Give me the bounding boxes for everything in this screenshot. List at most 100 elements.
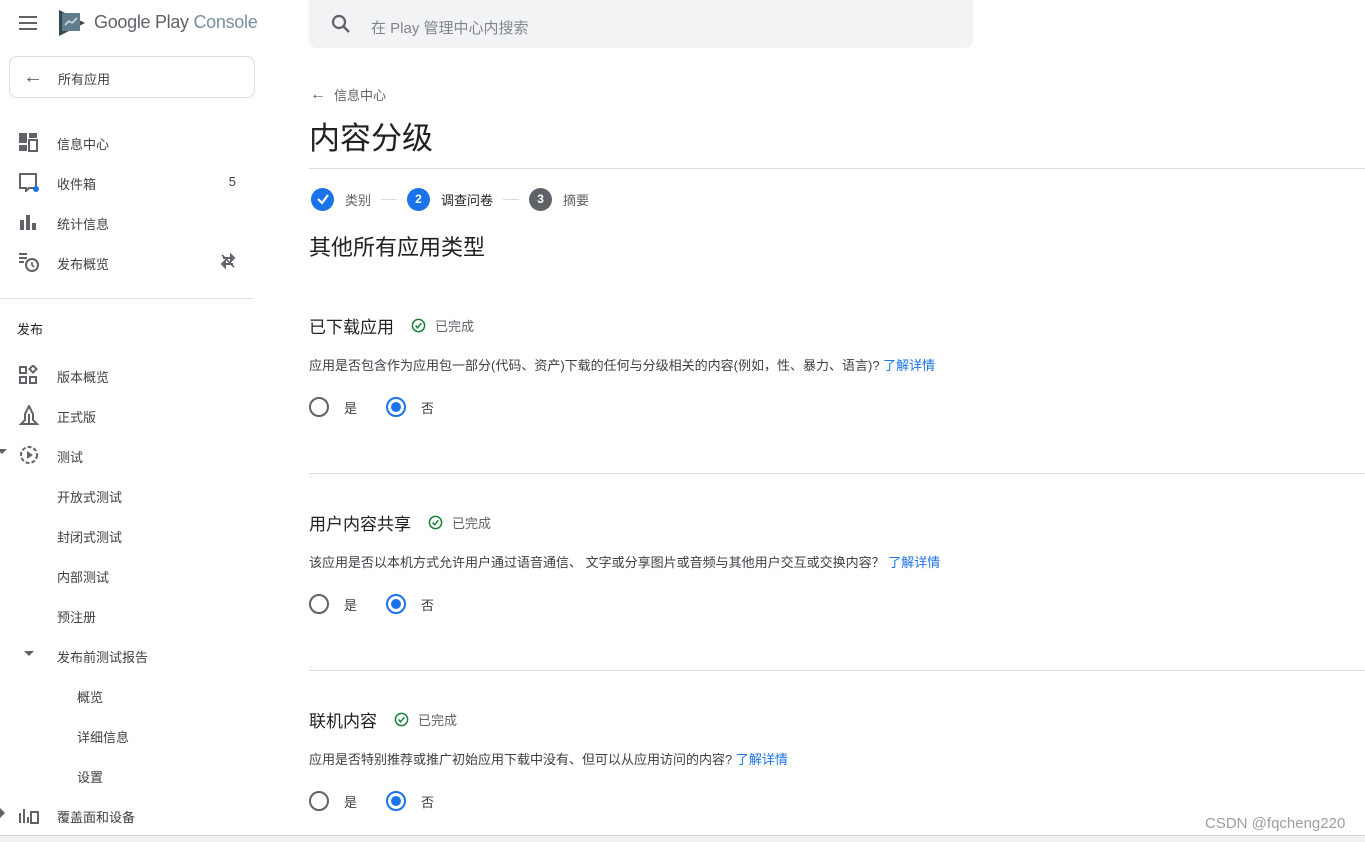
sidebar-item-label: 覆盖面和设备	[57, 810, 136, 825]
radio-yes[interactable]: 是	[309, 594, 357, 614]
arrow-back-icon: ←	[310, 85, 326, 103]
all-apps-button[interactable]: ← 所有应用	[9, 56, 255, 98]
radio-yes[interactable]: 是	[309, 397, 357, 417]
sidebar-item-internal-testing[interactable]: 内部测试	[0, 556, 262, 592]
radio-yes[interactable]: 是	[309, 791, 357, 811]
watermark: CSDN @fqcheng220	[1205, 815, 1346, 832]
radio-no[interactable]: 否	[386, 791, 434, 811]
step-connector	[503, 198, 520, 200]
section-divider	[309, 670, 1365, 671]
sidebar-item-closed-testing[interactable]: 封闭式测试	[0, 516, 262, 552]
question-title: 联机内容	[309, 712, 377, 731]
expand-right-icon[interactable]	[0, 808, 5, 818]
sidebar-item-pre-launch-report[interactable]: 发布前测试报告	[0, 636, 262, 672]
radio-circle[interactable]	[309, 594, 329, 614]
sidebar-item-pre-registration[interactable]: 预注册	[0, 596, 262, 632]
radio-group: 是 否	[309, 594, 463, 614]
radio-no[interactable]: 否	[386, 594, 434, 614]
learn-more-link[interactable]: 了解详情	[888, 555, 940, 570]
description-text: 应用是否包含作为应用包一部分(代码、资产)下载的任何与分级相关的内容(例如，性、…	[309, 358, 884, 373]
description-text: 该应用是否以本机方式允许用户通过语音通信、 文字或分享图片或音频与其他用户交互或…	[309, 555, 889, 570]
radio-circle[interactable]	[386, 594, 407, 614]
sync-disabled-icon	[220, 253, 236, 269]
production-icon	[18, 405, 40, 425]
sidebar-item-statistics[interactable]: 统计信息	[0, 203, 262, 239]
menu-icon[interactable]	[19, 16, 39, 32]
status-badge: 已完成	[394, 710, 457, 729]
radio-no[interactable]: 否	[386, 397, 434, 417]
step-summary[interactable]: 3 摘要	[529, 187, 590, 211]
sidebar-item-label: 信息中心	[57, 137, 110, 152]
inbox-icon	[19, 173, 39, 192]
check-circle-icon	[394, 712, 409, 727]
expand-more-icon[interactable]	[24, 651, 34, 656]
search-input[interactable]: 在 Play 管理中心内搜索	[309, 0, 973, 48]
step-questionnaire[interactable]: 2 调查问卷	[407, 187, 493, 211]
status-text: 已完成	[452, 516, 492, 531]
section-divider	[309, 473, 1365, 474]
sidebar-item-label: 内部测试	[57, 570, 110, 585]
radio-label: 是	[344, 400, 358, 416]
sidebar-item-production[interactable]: 正式版	[0, 396, 262, 432]
sidebar-item-label: 概览	[77, 690, 104, 705]
bar-chart-icon	[20, 215, 36, 230]
radio-circle[interactable]	[309, 791, 329, 811]
step-label: 类别	[345, 192, 372, 208]
question-description: 应用是否特别推荐或推广初始应用下载中没有、但可以从应用访问的内容? 了解详情	[309, 749, 788, 768]
sidebar-item-label: 详细信息	[77, 730, 130, 745]
learn-more-link[interactable]: 了解详情	[883, 358, 935, 373]
question-title: 已下载应用	[309, 318, 394, 337]
sidebar-item-open-testing[interactable]: 开放式测试	[0, 476, 262, 512]
status-badge: 已完成	[428, 513, 491, 532]
brand-name: Google Play Console	[94, 12, 258, 33]
sidebar: Google Play Console ← 所有应用 信息中心 收件箱 5 统计…	[0, 0, 262, 836]
status-text: 已完成	[418, 713, 458, 728]
sidebar-item-label: 开放式测试	[57, 490, 123, 505]
step-label: 摘要	[563, 192, 590, 208]
sidebar-item-label: 正式版	[57, 410, 97, 425]
expand-more-icon[interactable]	[0, 449, 7, 454]
sidebar-item-label: 封闭式测试	[57, 530, 123, 545]
radio-group: 是 否	[309, 397, 463, 417]
sidebar-item-publishing-overview[interactable]: 发布概览	[0, 243, 262, 279]
sidebar-item-pre-launch-overview[interactable]: 概览	[0, 676, 262, 712]
play-console-logo-icon	[59, 10, 85, 36]
sidebar-item-inbox[interactable]: 收件箱 5	[0, 163, 262, 199]
sidebar-section-release: 发布	[17, 322, 44, 337]
arrow-back-icon: ←	[23, 66, 43, 88]
step-category[interactable]: 类别	[311, 187, 372, 211]
learn-more-link[interactable]: 了解详情	[736, 752, 788, 767]
sidebar-item-release-overview[interactable]: 版本概览	[0, 356, 262, 392]
radio-label: 否	[421, 597, 435, 613]
sidebar-item-label: 设置	[77, 770, 104, 785]
sidebar-item-testing[interactable]: 测试	[0, 436, 262, 472]
sidebar-item-label: 预注册	[57, 610, 97, 625]
horizontal-scrollbar[interactable]	[0, 835, 1365, 842]
search-icon	[331, 14, 350, 33]
sidebar-item-pre-launch-settings[interactable]: 设置	[0, 756, 262, 792]
radio-circle[interactable]	[386, 397, 407, 417]
release-overview-icon	[19, 365, 38, 384]
sidebar-divider	[0, 298, 254, 299]
check-icon	[311, 187, 334, 211]
check-circle-icon	[428, 515, 443, 530]
page-title: 内容分级	[309, 121, 433, 156]
title-divider	[309, 168, 1365, 169]
back-to-dashboard-link[interactable]: ← 信息中心	[310, 85, 386, 104]
sidebar-item-label: 发布前测试报告	[57, 650, 149, 665]
back-link-label: 信息中心	[334, 88, 387, 103]
radio-group: 是 否	[309, 791, 463, 811]
coverage-icon	[19, 809, 39, 824]
sidebar-item-pre-launch-details[interactable]: 详细信息	[0, 716, 262, 752]
radio-circle[interactable]	[309, 397, 329, 417]
all-apps-label: 所有应用	[58, 72, 111, 87]
sidebar-item-label: 版本概览	[57, 370, 110, 385]
section-subtitle: 其他所有应用类型	[309, 235, 486, 260]
question-description: 该应用是否以本机方式允许用户通过语音通信、 文字或分享图片或音频与其他用户交互或…	[309, 552, 940, 571]
radio-circle[interactable]	[386, 791, 407, 811]
step-connector	[381, 198, 398, 200]
sidebar-item-coverage[interactable]: 覆盖面和设备	[0, 796, 262, 832]
inbox-count-badge: 5	[228, 174, 236, 189]
sidebar-item-dashboard[interactable]: 信息中心	[0, 123, 262, 159]
stepper: 类别 2 调查问卷 3 摘要	[311, 187, 589, 211]
